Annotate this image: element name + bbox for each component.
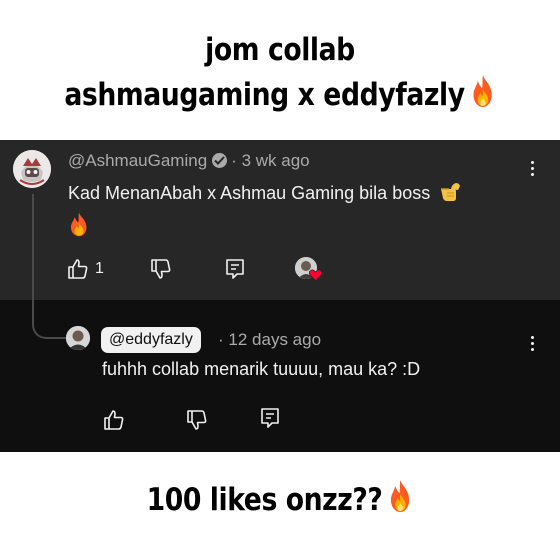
heart-icon xyxy=(309,269,322,281)
avatar[interactable] xyxy=(13,150,51,188)
dislike-icon[interactable] xyxy=(149,257,173,281)
meta-separator: · xyxy=(231,151,237,170)
comment-text: Kad MenanAbah x Ashmau Gaming bila boss xyxy=(68,181,463,204)
comment-meta: @AshmauGaming · 3 wk ago xyxy=(68,151,310,171)
fire-icon xyxy=(473,75,492,107)
reply-author-chip[interactable]: @eddyfazly xyxy=(101,327,201,353)
meta-separator: · xyxy=(218,330,224,349)
like-count: 1 xyxy=(95,260,104,277)
comment-author[interactable]: @AshmauGaming xyxy=(68,151,207,170)
like-icon[interactable] xyxy=(66,257,90,281)
reply-like-icon[interactable] xyxy=(102,408,126,432)
comment-fire-emoji xyxy=(68,212,90,242)
fire-icon xyxy=(391,480,410,512)
caption-line-1: jom collab xyxy=(205,32,355,68)
verified-icon xyxy=(212,153,228,168)
reply-meta: · 12 days ago xyxy=(218,330,321,350)
reply-reply-icon[interactable] xyxy=(258,406,282,430)
reply-text: fuhhh collab menarik tuuuu, mau ka? :D xyxy=(102,359,421,379)
comment-time[interactable]: 3 wk ago xyxy=(242,151,310,170)
caption-line-2: ashmaugaming x eddyfazly xyxy=(39,73,521,118)
thread-connector xyxy=(32,194,68,339)
caption-line-2-text: ashmaugaming x eddyfazly xyxy=(64,77,465,113)
reply-dislike-icon[interactable] xyxy=(185,408,209,432)
comment-text-content: Kad MenanAbah x Ashmau Gaming bila boss xyxy=(68,183,431,203)
pointing-hand-icon xyxy=(441,183,461,201)
reply-time[interactable]: 12 days ago xyxy=(228,330,321,349)
reply-more-options-icon[interactable] xyxy=(522,333,542,355)
fire-icon xyxy=(70,212,87,237)
bottom-caption: 100 likes onzz?? xyxy=(39,478,521,523)
bottom-caption-text: 100 likes onzz?? xyxy=(146,482,383,518)
reply-icon[interactable] xyxy=(223,257,247,281)
reply-avatar[interactable] xyxy=(66,326,90,350)
top-caption: jom collab ashmaugaming x eddyfazly xyxy=(39,28,521,118)
more-options-icon[interactable] xyxy=(522,158,542,180)
